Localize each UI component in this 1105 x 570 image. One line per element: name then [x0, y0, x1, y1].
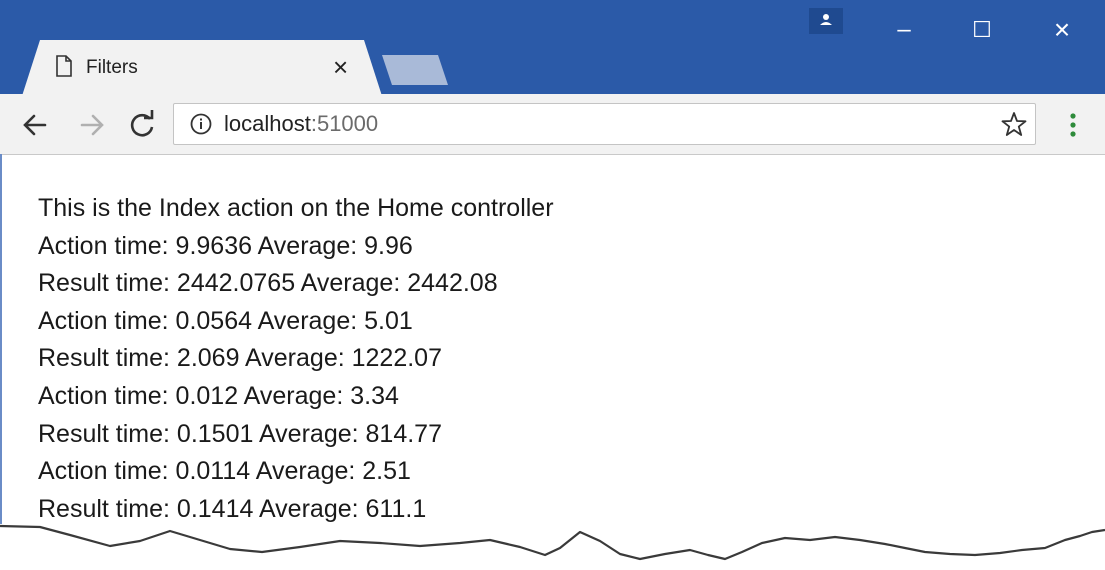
page-content: This is the Index action on the Home con… — [38, 190, 1078, 528]
timing-line: Action time: 0.012 Average: 3.34 — [38, 381, 399, 410]
tab-filters[interactable] — [22, 40, 382, 96]
tab-title: Filters — [86, 57, 138, 78]
timing-line: Result time: 0.1501 Average: 814.77 — [38, 419, 442, 448]
timing-line: Action time: 9.9636 Average: 9.96 — [38, 231, 413, 260]
close-window-button[interactable]: × — [1042, 10, 1082, 50]
page-icon — [56, 55, 72, 77]
reload-icon[interactable] — [124, 108, 160, 142]
url-port: :51000 — [310, 111, 379, 136]
timing-line: Result time: 2442.0765 Average: 2442.08 — [38, 269, 498, 298]
timing-line: Action time: 0.0564 Average: 5.01 — [38, 306, 413, 335]
timing-line: Result time: 0.1414 Average: 611.1 — [38, 494, 427, 523]
new-tab-button[interactable] — [382, 55, 448, 85]
heading-line: This is the Index action on the Home con… — [38, 194, 554, 222]
info-icon[interactable] — [190, 113, 212, 135]
profile-icon[interactable] — [809, 8, 843, 34]
timing-line: Result time: 2.069 Average: 1222.07 — [38, 344, 442, 373]
tab-close-icon[interactable]: × — [333, 52, 348, 82]
maximize-button[interactable]: ☐ — [962, 10, 1002, 50]
star-icon[interactable] — [1001, 111, 1027, 137]
back-icon[interactable] — [17, 108, 53, 142]
window-border — [0, 154, 2, 524]
url-host: localhost — [224, 111, 311, 136]
address-url[interactable]: localhost:51000 — [224, 111, 378, 137]
forward-icon[interactable] — [74, 108, 110, 142]
menu-icon[interactable] — [1066, 110, 1080, 140]
browser-window: Filters × – ☐ × localhost:51000 This is … — [0, 0, 1105, 570]
minimize-button[interactable]: – — [884, 10, 924, 50]
timing-line: Action time: 0.0114 Average: 2.51 — [38, 457, 411, 486]
